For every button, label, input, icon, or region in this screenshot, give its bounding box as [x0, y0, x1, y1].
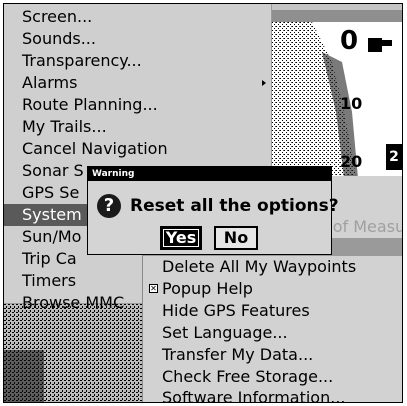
sonar-bottom-graphic [4, 300, 154, 402]
popup-help-checkbox[interactable]: ✕ [149, 284, 158, 293]
menu-item-sounds[interactable]: Sounds... [4, 28, 272, 50]
sonar-view-bottom [4, 300, 154, 402]
zoom-indicator: 2 [386, 144, 402, 170]
submenu-item-check-storage[interactable]: Check Free Storage... [143, 366, 402, 388]
menu-item-cancel-navigation[interactable]: Cancel Navigation [4, 138, 272, 160]
menu-item-screen[interactable]: Screen... [4, 6, 272, 28]
depth-label-20: 20 [340, 152, 363, 171]
menu-item-alarms-label: Alarms [22, 73, 78, 92]
yes-button-label: Yes [163, 229, 199, 247]
menu-item-transparency[interactable]: Transparency... [4, 50, 272, 72]
submenu-item-hide-gps[interactable]: Hide GPS Features [143, 300, 402, 322]
submenu-item-transfer-data[interactable]: Transfer My Data... [143, 344, 402, 366]
submenu-item-software-info[interactable]: Software Information... [143, 387, 402, 402]
submenu-item-delete-waypoints[interactable]: Delete All My Waypoints [143, 256, 402, 278]
no-button[interactable]: No [214, 226, 258, 250]
depth-label-10: 10 [340, 94, 363, 113]
submenu-item-set-language[interactable]: Set Language... [143, 322, 402, 344]
sonar-view-top [272, 22, 402, 178]
menu-item-route-planning[interactable]: Route Planning... [4, 94, 272, 116]
dialog-message: Reset all the options? [130, 196, 339, 216]
sonar-echo-graphic [272, 22, 392, 178]
depth-label-0: 0 [340, 26, 359, 56]
submenu-arrow-icon [262, 80, 266, 86]
dialog-title: Warning [88, 167, 331, 181]
submenu-item-popup-help[interactable]: ✕ Popup Help [143, 278, 402, 300]
question-icon: ? [97, 194, 121, 218]
menu-item-my-trails[interactable]: My Trails... [4, 116, 272, 138]
menu-item-alarms[interactable]: Alarms [4, 72, 272, 94]
sonar-screen: 0 10 20 2 30 40 50 60 Screen... Sounds..… [3, 3, 403, 403]
warning-dialog: Warning ? Reset all the options? Yes No [87, 166, 339, 255]
submenu-item-popup-help-label: Popup Help [162, 279, 253, 298]
yes-button[interactable]: Yes [160, 226, 202, 250]
